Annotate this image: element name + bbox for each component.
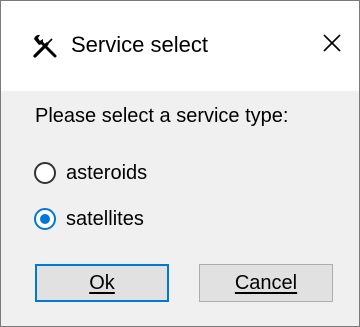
radio-satellites[interactable]: satellites	[34, 203, 144, 235]
prompt-label: Please select a service type:	[35, 105, 289, 127]
title-bar: Service select	[1, 1, 359, 91]
ok-button[interactable]: Ok	[35, 264, 169, 302]
radio-checked-icon[interactable]	[34, 208, 56, 230]
dialog-body: Please select a service type: asteroids …	[1, 91, 359, 326]
cancel-button-label: Cancel	[234, 271, 298, 294]
radio-dot-icon	[40, 214, 50, 224]
service-select-dialog: Service select Please select a service t…	[0, 0, 360, 327]
radio-asteroids[interactable]: asteroids	[34, 157, 147, 189]
cancel-button[interactable]: Cancel	[199, 264, 333, 302]
tools-icon	[32, 33, 58, 59]
radio-label-satellites: satellites	[66, 208, 144, 230]
window-title: Service select	[71, 32, 208, 57]
close-button[interactable]	[312, 25, 352, 65]
close-icon	[322, 33, 342, 58]
radio-unchecked-icon[interactable]	[34, 162, 56, 184]
radio-label-asteroids: asteroids	[66, 162, 148, 184]
ok-button-label: Ok	[89, 271, 115, 294]
